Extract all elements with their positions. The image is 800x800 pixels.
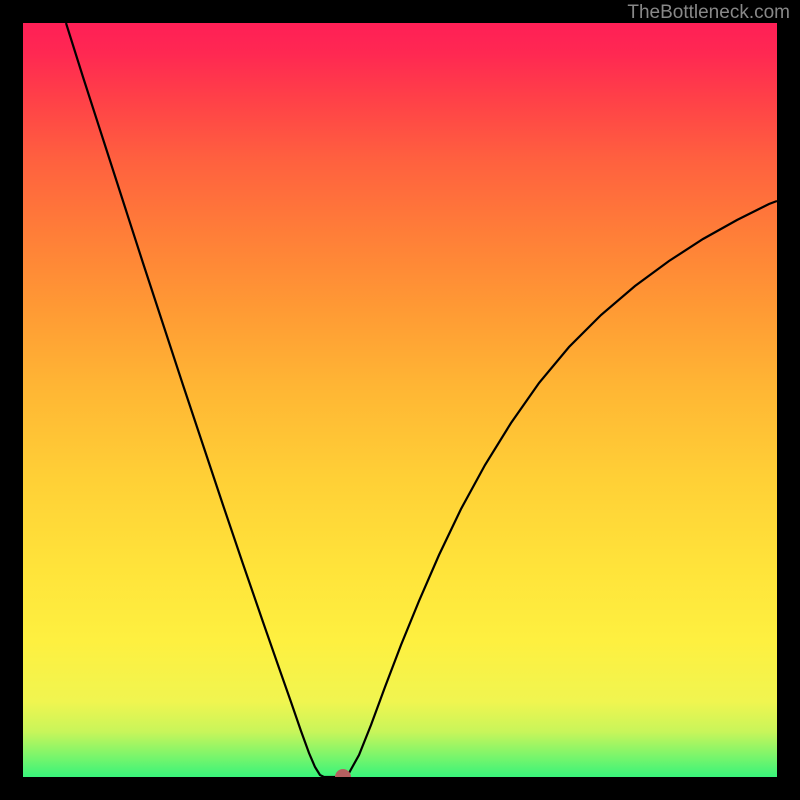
bottleneck-curve-svg	[23, 23, 777, 777]
watermark-text: TheBottleneck.com	[627, 2, 790, 24]
bottleneck-curve	[66, 23, 777, 777]
optimal-point-marker	[335, 769, 351, 777]
chart-frame: TheBottleneck.com	[0, 0, 800, 800]
